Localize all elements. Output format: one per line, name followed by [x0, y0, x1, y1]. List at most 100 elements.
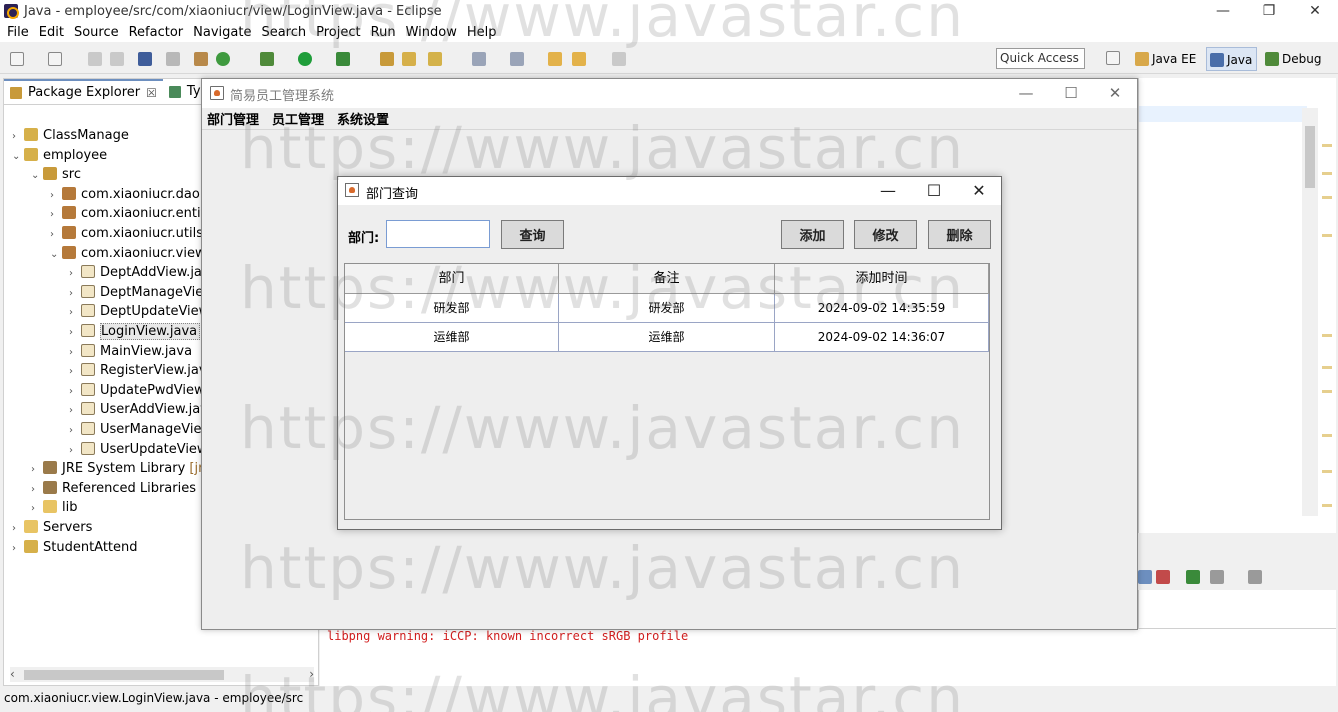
dialog-maximize-button[interactable]: ☐: [914, 180, 954, 202]
scrollbar-thumb[interactable]: [24, 670, 224, 680]
overview-mark[interactable]: [1322, 196, 1332, 199]
menu-file[interactable]: File: [2, 25, 34, 40]
main-minimize-button[interactable]: —: [1006, 83, 1046, 103]
tree-item[interactable]: ⌄ src: [31, 165, 81, 184]
eclipse-minimize-button[interactable]: —: [1200, 0, 1246, 22]
collapsed-arrow-icon[interactable]: ›: [69, 303, 81, 322]
tree-item[interactable]: ⌄ employee: [12, 146, 107, 165]
tree-item[interactable]: › DeptAddView.java: [69, 263, 218, 282]
back-icon[interactable]: [572, 52, 586, 66]
cell-add-time[interactable]: 2024-09-02 14:36:07: [775, 323, 989, 352]
tree-item[interactable]: › UserUpdateView.: [69, 440, 211, 459]
dialog-minimize-button[interactable]: —: [868, 180, 908, 202]
collapsed-arrow-icon[interactable]: ›: [31, 499, 43, 518]
menu-help[interactable]: Help: [462, 25, 502, 40]
cell-dept[interactable]: 研发部: [345, 294, 559, 323]
column-header-dept[interactable]: 部门: [345, 264, 559, 294]
overview-mark[interactable]: [1322, 470, 1332, 473]
new-java-package-icon[interactable]: [194, 52, 208, 66]
eclipse-restore-button[interactable]: ❐: [1246, 0, 1292, 22]
main-close-button[interactable]: ✕: [1095, 83, 1135, 103]
overview-mark[interactable]: [1322, 144, 1332, 147]
collapsed-arrow-icon[interactable]: ›: [69, 382, 81, 401]
dept-search-input[interactable]: [386, 220, 490, 248]
editor-vscrollbar[interactable]: [1302, 108, 1318, 516]
package-explorer-hscrollbar[interactable]: ‹ ›: [10, 667, 314, 682]
previous-annotation-icon[interactable]: [510, 52, 524, 66]
terminal-icon[interactable]: [138, 52, 152, 66]
tree-item[interactable]: ›JRE System Library [jre1: [31, 459, 219, 478]
column-header-add-time[interactable]: 添加时间: [775, 264, 989, 294]
tree-item[interactable]: › DeptManageView: [69, 283, 214, 302]
menu-search[interactable]: Search: [256, 25, 311, 40]
tree-item[interactable]: ⌄ com.xiaoniucr.view: [50, 244, 206, 263]
dialog-close-button[interactable]: ✕: [959, 180, 999, 202]
tree-item[interactable]: › RegisterView.java: [69, 361, 215, 380]
tree-item[interactable]: › com.xiaoniucr.dao: [50, 185, 200, 204]
overview-mark[interactable]: [1322, 234, 1332, 237]
tree-item[interactable]: › Referenced Libraries: [31, 479, 196, 498]
collapsed-arrow-icon[interactable]: ›: [50, 186, 62, 205]
close-tab-icon[interactable]: ☒: [146, 86, 157, 100]
open-task-icon[interactable]: [402, 52, 416, 66]
overview-mark[interactable]: [1322, 334, 1332, 337]
menu-run[interactable]: Run: [366, 25, 401, 40]
console-remove-icon[interactable]: [1156, 570, 1170, 584]
collapsed-arrow-icon[interactable]: ›: [69, 362, 81, 381]
perspective-java-ee[interactable]: Java EE: [1132, 47, 1200, 71]
new-project-icon[interactable]: [48, 52, 62, 66]
quick-access-input[interactable]: Quick Access: [996, 48, 1085, 69]
menu-source[interactable]: Source: [69, 25, 124, 40]
perspective-java[interactable]: Java: [1206, 47, 1258, 71]
menu-system-settings[interactable]: 系统设置: [337, 109, 389, 128]
console-display-icon[interactable]: [1138, 570, 1152, 584]
editor-scrollbar-thumb[interactable]: [1305, 126, 1315, 188]
eclipse-close-button[interactable]: ✕: [1292, 0, 1338, 22]
collapsed-arrow-icon[interactable]: ›: [31, 460, 43, 479]
cell-remark[interactable]: 运维部: [559, 323, 775, 352]
tree-item[interactable]: › com.xiaoniucr.entity: [50, 204, 213, 223]
menu-dept-management[interactable]: 部门管理: [207, 109, 259, 128]
edit-button[interactable]: 修改: [854, 220, 917, 249]
overview-mark[interactable]: [1322, 390, 1332, 393]
new-java-class-icon[interactable]: [216, 52, 230, 66]
tree-item[interactable]: › Servers: [12, 518, 92, 537]
expanded-arrow-icon[interactable]: ⌄: [50, 245, 62, 264]
expanded-arrow-icon[interactable]: ⌄: [12, 147, 24, 166]
tree-item[interactable]: › UserManageView: [69, 420, 212, 439]
add-button[interactable]: 添加: [781, 220, 844, 249]
menu-window[interactable]: Window: [401, 25, 462, 40]
menu-refactor[interactable]: Refactor: [124, 25, 189, 40]
tree-item[interactable]: › UserAddView.java: [69, 400, 216, 419]
debug-icon[interactable]: [260, 52, 274, 66]
open-type-icon[interactable]: [380, 52, 394, 66]
tree-item[interactable]: › UpdatePwdView.j: [69, 381, 211, 400]
overview-mark[interactable]: [1322, 366, 1332, 369]
skip-breakpoints-icon[interactable]: [166, 52, 180, 66]
run-icon[interactable]: [298, 52, 312, 66]
collapsed-arrow-icon[interactable]: ›: [69, 421, 81, 440]
collapsed-arrow-icon[interactable]: ›: [12, 519, 24, 538]
tree-item[interactable]: › lib: [31, 498, 77, 517]
collapsed-arrow-icon[interactable]: ›: [12, 539, 24, 558]
cell-add-time[interactable]: 2024-09-02 14:35:59: [775, 294, 989, 323]
scroll-left-icon[interactable]: ‹: [10, 667, 15, 681]
collapsed-arrow-icon[interactable]: ›: [50, 205, 62, 224]
collapsed-arrow-icon[interactable]: ›: [69, 323, 81, 342]
tree-item[interactable]: › MainView.java: [69, 342, 192, 361]
collapsed-arrow-icon[interactable]: ›: [50, 225, 62, 244]
perspective-debug[interactable]: Debug: [1262, 47, 1325, 71]
column-header-remark[interactable]: 备注: [559, 264, 775, 294]
search-icon[interactable]: [428, 52, 442, 66]
forward-icon[interactable]: [612, 52, 626, 66]
tree-item[interactable]: › DeptUpdateView.: [69, 302, 212, 321]
tree-item[interactable]: › ClassManage: [12, 126, 129, 145]
overview-mark[interactable]: [1322, 504, 1332, 507]
main-maximize-button[interactable]: ☐: [1051, 83, 1091, 103]
open-perspective-icon[interactable]: [1106, 51, 1120, 65]
tree-item[interactable]: › com.xiaoniucr.utils: [50, 224, 203, 243]
collapsed-arrow-icon[interactable]: ›: [69, 401, 81, 420]
overview-mark[interactable]: [1322, 434, 1332, 437]
next-annotation-icon[interactable]: [472, 52, 486, 66]
cell-remark[interactable]: 研发部: [559, 294, 775, 323]
